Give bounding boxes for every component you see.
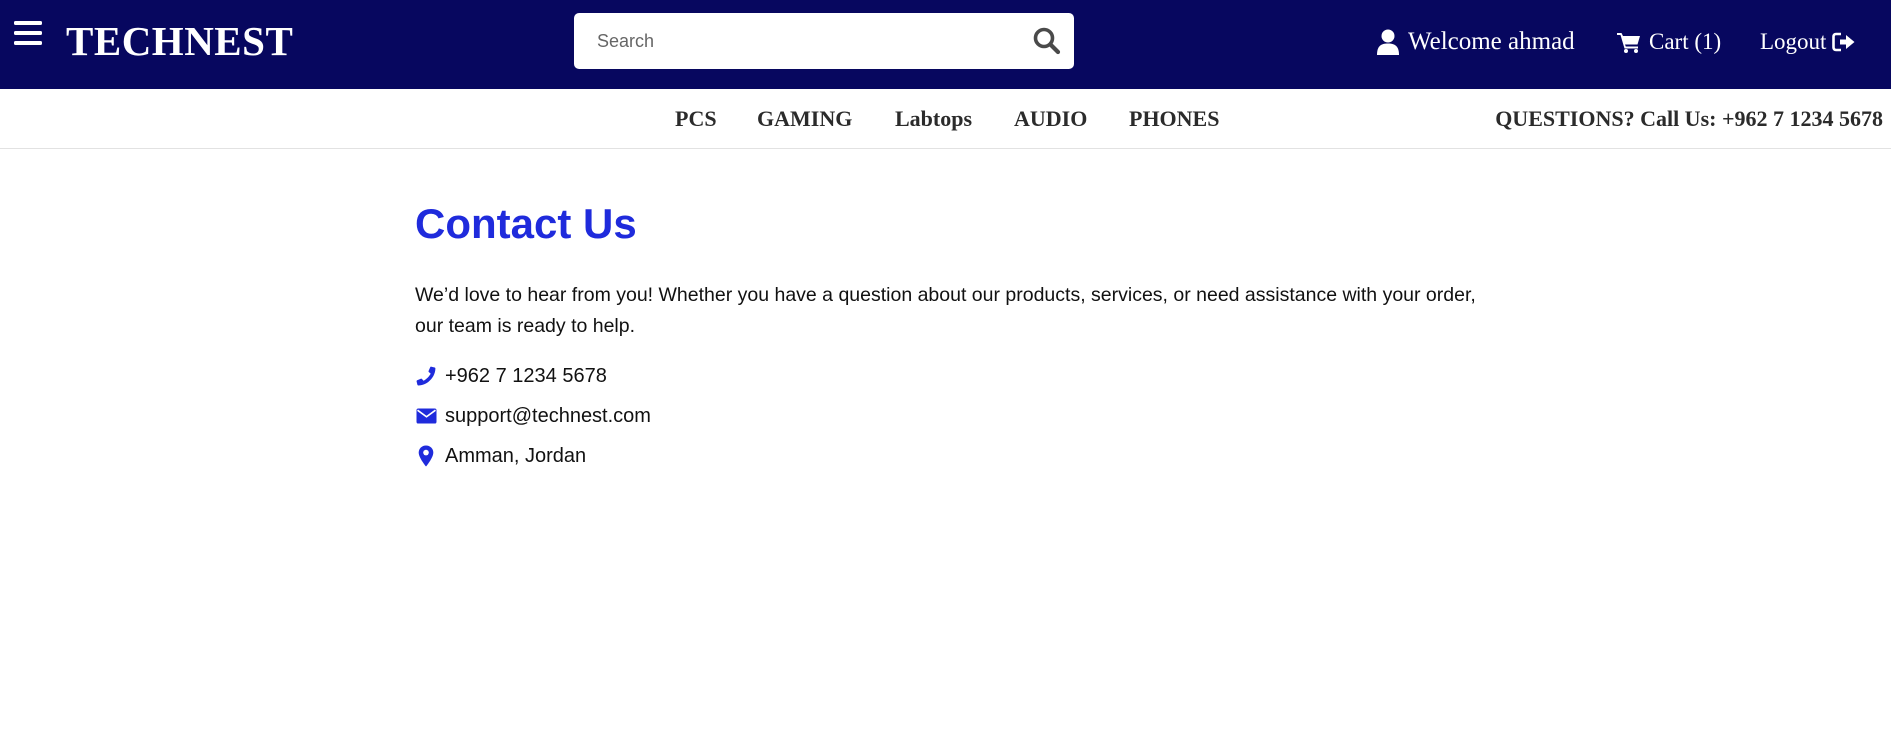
page-title: Contact Us	[415, 200, 637, 247]
search-icon[interactable]	[1032, 26, 1062, 56]
phone-icon	[415, 365, 437, 387]
contact-email-row: support@technest.com	[415, 402, 651, 430]
search-box	[574, 13, 1074, 69]
user-welcome-label: Welcome ahmad	[1408, 28, 1575, 55]
search-input[interactable]	[574, 13, 1014, 69]
brand-logo[interactable]: TECHNEST	[66, 18, 293, 64]
contact-phone-text[interactable]: +962 7 1234 5678	[445, 365, 607, 388]
category-audio[interactable]: AUDIO	[1014, 105, 1087, 133]
category-pcs[interactable]: PCS	[675, 105, 717, 133]
cart-link[interactable]: Cart (1)	[1617, 24, 1721, 60]
category-gaming[interactable]: GAMING	[757, 105, 852, 133]
category-phones[interactable]: PHONES	[1129, 105, 1219, 133]
top-navbar: TECHNEST Welcome ahmad Cart (1)	[0, 0, 1891, 89]
contact-location-row: Amman, Jordan	[415, 442, 586, 470]
logout-link[interactable]: Logout	[1760, 24, 1856, 60]
sign-out-icon	[1832, 32, 1856, 52]
category-bar: PCS GAMING Labtops AUDIO PHONES QUESTION…	[0, 89, 1891, 149]
intro-paragraph: We’d love to hear from you! Whether you …	[415, 284, 1476, 337]
contact-phone-row: +962 7 1234 5678	[415, 362, 607, 390]
contact-location-text: Amman, Jordan	[445, 444, 587, 467]
contact-email-text[interactable]: support@technest.com	[445, 405, 651, 428]
user-account-link[interactable]: Welcome ahmad	[1376, 24, 1575, 60]
map-pin-icon	[415, 445, 437, 467]
hamburger-menu-icon[interactable]	[14, 20, 42, 46]
call-us-text: QUESTIONS? Call Us: +962 7 1234 5678	[1495, 106, 1883, 131]
cart-label: Cart (1)	[1649, 29, 1722, 54]
shopping-cart-icon	[1617, 31, 1641, 53]
logout-label: Logout	[1760, 29, 1827, 54]
envelope-icon	[415, 405, 437, 427]
user-icon	[1376, 29, 1400, 55]
category-laptops[interactable]: Labtops	[895, 105, 972, 133]
